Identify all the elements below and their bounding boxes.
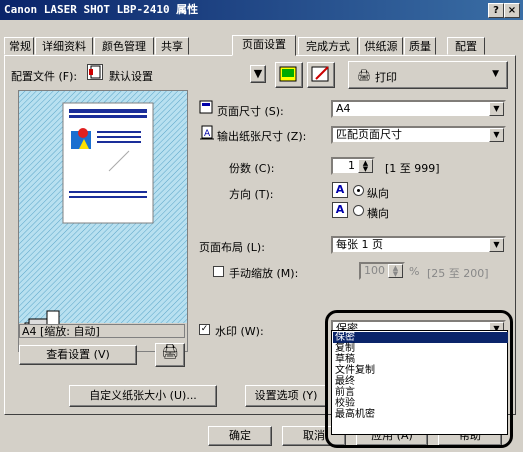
ok-button[interactable]: 确定 [208,426,272,446]
edit-profile-icon [311,66,329,82]
copies-value: 1 [348,159,355,172]
profile-dropdown-button[interactable]: ▼ [250,65,266,83]
chevron-down-icon: ▼ [489,128,504,142]
print-mode-label: 打印 [375,71,397,84]
title-bar: Canon LASER SHOT LBP-2410 属性 ? × [0,0,523,20]
chevron-down-icon: ▼ [489,102,504,116]
watermark-option[interactable]: 复制 [333,343,508,354]
printer-info-icon: 🖨 [161,344,179,360]
output-size-select[interactable]: 匹配页面尺寸 ▼ [331,126,506,144]
watermark-option[interactable]: 最高机密 [333,409,508,420]
watermark-option[interactable]: 校验 [333,398,508,409]
portrait-radio[interactable] [353,185,364,196]
watermark-option[interactable]: 保密 [333,332,508,343]
watermark-option[interactable]: 前言 [333,387,508,398]
tab-sharing[interactable]: 共享 [155,37,189,55]
watermark-label: 水印 (W): [215,325,264,338]
printer-info-button[interactable]: 🖨 [155,343,185,367]
printer-properties-window: Canon LASER SHOT LBP-2410 属性 ? × 常规 详细资料… [0,0,523,452]
add-profile-button[interactable] [275,62,303,88]
tab-configuration[interactable]: 配置 [447,37,485,55]
page-size-icon [199,100,213,117]
watermark-option[interactable]: 草稿 [333,354,508,365]
edit-profile-button[interactable] [307,62,335,88]
tab-finishing[interactable]: 完成方式 [298,37,358,55]
view-settings-button[interactable]: 查看设置 (V) [19,345,137,365]
watermark-option[interactable]: 文件复制 [333,365,508,376]
output-size-value: 匹配页面尺寸 [336,128,402,141]
profile-file-icon [87,64,103,80]
landscape-radio[interactable] [353,205,364,216]
copies-spinner[interactable]: ▲ ▼ [358,159,373,173]
tab-paper-source[interactable]: 供纸源 [359,37,403,55]
layout-label: 页面布局 (L): [199,241,265,254]
add-profile-icon [279,66,297,82]
orientation-label: 方向 (T): [229,188,274,201]
svg-text:A: A [204,129,211,139]
page-preview [18,90,188,352]
output-size-icon: A [199,125,215,144]
manual-scale-spinner[interactable]: ▲ ▼ [388,264,403,278]
watermark-options-list: 保密 复制 草稿 文件复制 最终 前言 校验 最高机密 [331,330,508,435]
custom-paper-size-button[interactable]: 自定义纸张大小 (U)... [69,385,217,407]
portrait-label: 纵向 [367,187,389,200]
copies-label: 份数 (C): [229,162,275,175]
help-title-button[interactable]: ? [488,3,504,18]
print-mode-dropdown[interactable]: 🖨 打印 ▼ [348,61,508,89]
output-size-label: 输出纸张尺寸 (Z): [217,130,307,143]
tab-details[interactable]: 详细资料 [35,37,93,55]
chevron-down-icon: ▼ [253,67,263,80]
portrait-icon: A [332,182,348,198]
page-size-select[interactable]: A4 ▼ [331,100,506,118]
tab-page-setup[interactable]: 页面设置 [232,35,296,56]
manual-scale-input[interactable]: 100 ▲ ▼ [359,262,405,280]
landscape-label: 横向 [367,207,389,220]
profile-label: 配置文件 (F): [11,70,78,83]
manual-scale-unit: % [409,265,420,278]
printer-icon: 🖨 [357,69,371,82]
page-size-label: 页面尺寸 (S): [217,105,284,118]
chevron-down-icon: ▼ [492,69,499,79]
watermark-checkbox[interactable]: ✓ [199,324,210,335]
chevron-down-icon: ▼ [489,238,504,252]
close-title-button[interactable]: × [504,3,520,18]
layout-select[interactable]: 每张 1 页 ▼ [331,236,506,254]
manual-scale-range: [25 至 200] [427,267,489,280]
manual-scale-value: 100 [364,264,385,277]
profile-value: 默认设置 [109,70,153,83]
tab-color-management[interactable]: 颜色管理 [94,37,154,55]
preview-caption: A4 [缩放: 自动] [19,324,185,338]
tab-quality[interactable]: 质量 [404,37,436,55]
copies-range: [1 至 999] [385,162,440,175]
manual-scale-label: 手动缩放 (M): [229,267,299,280]
copies-input[interactable]: 1 ▲ ▼ [331,157,375,175]
landscape-icon: A [332,202,348,218]
page-size-value: A4 [336,102,351,115]
manual-scale-checkbox[interactable] [213,266,224,277]
settings-options-button[interactable]: 设置选项 (Y) [245,385,327,407]
watermark-option[interactable]: 最终 [333,376,508,387]
tab-general[interactable]: 常规 [4,37,34,55]
layout-value: 每张 1 页 [336,238,383,251]
window-title: Canon LASER SHOT LBP-2410 属性 [4,3,199,16]
